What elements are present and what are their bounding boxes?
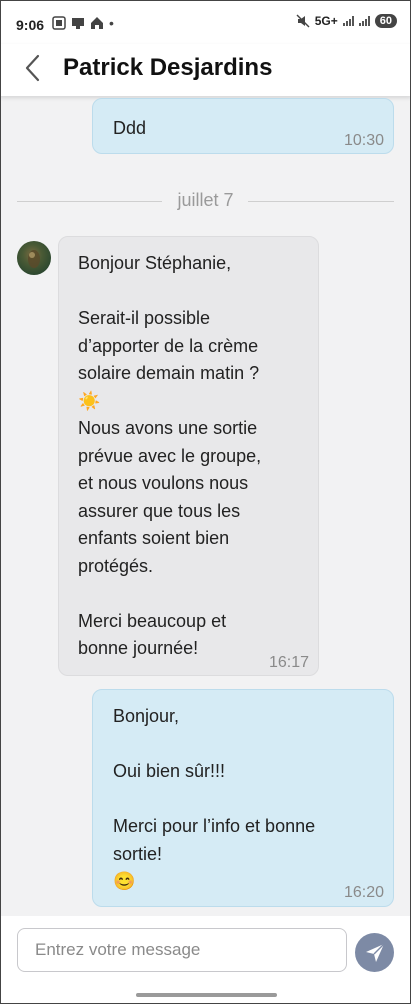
avatar-image	[28, 250, 40, 268]
message-outgoing[interactable]: Bonjour, Oui bien sûr!!! Merci pour l’in…	[92, 689, 394, 907]
send-button[interactable]	[355, 933, 394, 972]
dot-icon: •	[109, 15, 114, 31]
network-label: 5G+	[314, 14, 338, 28]
message-incoming[interactable]: Bonjour Stéphanie, Serait-il possible d’…	[58, 236, 319, 676]
cast-icon	[72, 18, 84, 29]
message-time: 16:20	[344, 884, 385, 901]
screenshot-icon	[52, 16, 66, 30]
message-outgoing[interactable]: Ddd 10:30	[92, 98, 394, 154]
system-icons: 5G+ 60	[296, 14, 397, 28]
battery-badge: 60	[374, 14, 397, 28]
notification-icons: •	[52, 15, 114, 31]
message-input[interactable]	[17, 928, 347, 972]
avatar[interactable]	[17, 241, 51, 275]
home-indicator[interactable]	[136, 993, 277, 997]
contact-name: Patrick Desjardins	[63, 54, 273, 81]
back-button[interactable]	[20, 52, 50, 84]
message-text: Bonjour, Oui bien sûr!!! Merci pour l’in…	[113, 706, 316, 891]
status-time: 9:06	[16, 17, 45, 33]
home-indicator-bar	[0, 984, 411, 1004]
chevron-left-icon	[25, 54, 40, 82]
send-icon	[366, 943, 385, 962]
message-composer	[0, 916, 411, 984]
divider-right	[248, 201, 394, 202]
signal-icon	[342, 16, 354, 26]
home-icon	[91, 17, 103, 29]
message-text: Ddd	[113, 118, 147, 138]
signal-icon-2	[358, 16, 370, 26]
message-time: 16:17	[269, 654, 310, 671]
status-bar: 9:06 • 5G+ 60	[0, 0, 411, 44]
message-time: 10:30	[344, 132, 385, 149]
mute-icon	[296, 14, 310, 28]
chat-header: Patrick Desjardins	[0, 44, 411, 96]
message-text: Bonjour Stéphanie, Serait-il possible d’…	[78, 253, 262, 658]
